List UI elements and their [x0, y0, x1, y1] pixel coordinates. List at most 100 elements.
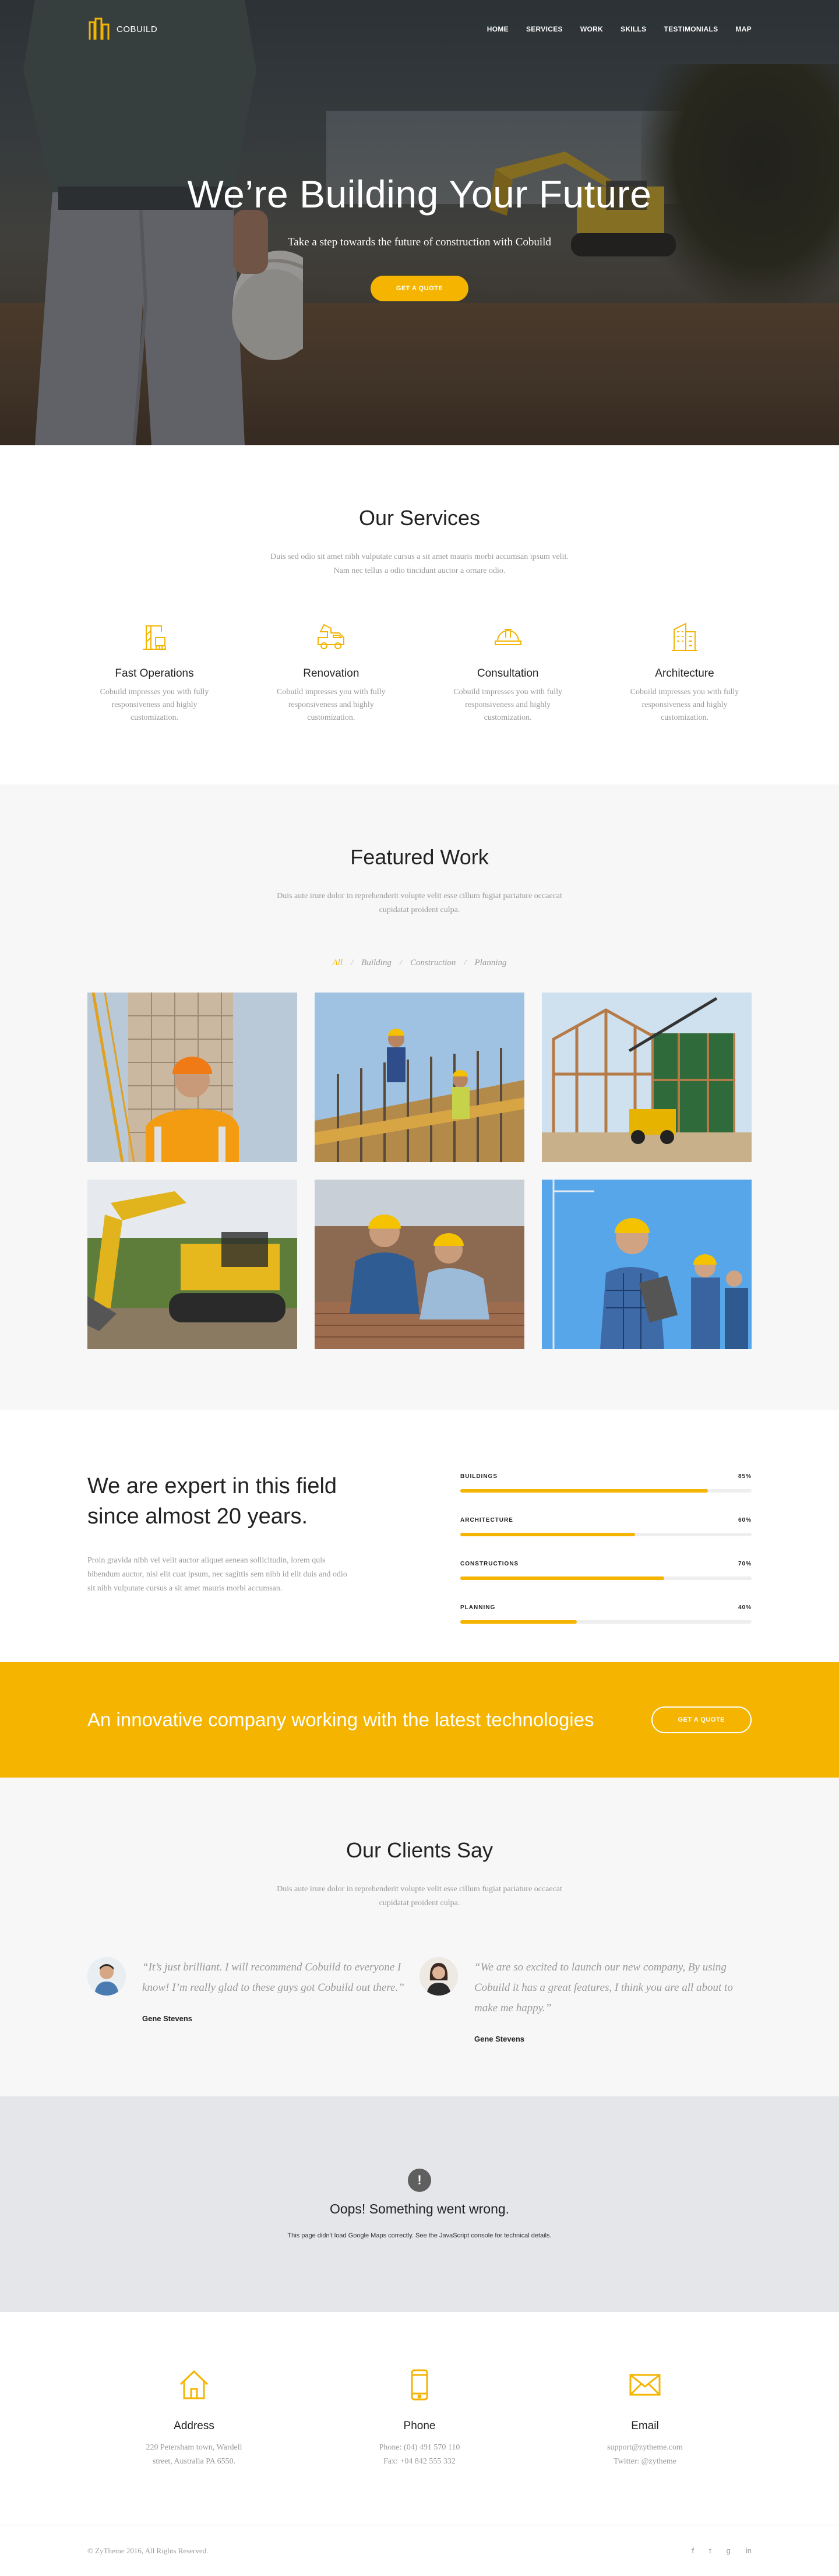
- skills-bars: BUILDINGS 85% ARCHITECTURE 60% CONSTRUCTIO…: [460, 1471, 752, 1648]
- skill-fill: [460, 1489, 708, 1493]
- skill-track: [460, 1489, 752, 1493]
- skill-track: [460, 1533, 752, 1536]
- testimonial-author: Gene Stevens: [474, 2035, 524, 2043]
- testimonial-author: Gene Stevens: [142, 2014, 192, 2023]
- service-text: Cobuild impresses you with fully respons…: [276, 688, 386, 722]
- skills-title: We are expert in this field since almost…: [87, 1474, 337, 1529]
- service-text: Cobuild impresses you with fully respons…: [453, 688, 562, 722]
- cta-quote-button[interactable]: GET A QUOTE: [651, 1706, 752, 1733]
- clients-section: Our Clients Say Duis aute irure dolor in…: [0, 1778, 839, 2096]
- main-nav: HOME SERVICES WORK SKILLS TESTIMONIALS M…: [487, 25, 752, 33]
- brand[interactable]: COBUILD: [87, 17, 157, 41]
- skill-fill: [460, 1576, 664, 1580]
- crane-icon: [143, 625, 166, 650]
- work-image: [87, 1180, 297, 1349]
- testimonial-quote: “It’s just brilliant. I will recommend C…: [142, 1961, 404, 1994]
- service-title: Consultation: [477, 667, 539, 680]
- work-tile-worker-tower[interactable]: [87, 993, 297, 1162]
- filter-building[interactable]: Building: [361, 958, 392, 967]
- twitter-icon[interactable]: t: [709, 2546, 711, 2555]
- footer: © ZyTheme 2016, All Rights Reserved. f t…: [0, 2525, 839, 2575]
- work-tile-tablet-engineer[interactable]: [542, 1180, 752, 1349]
- google-plus-icon[interactable]: g: [727, 2546, 731, 2555]
- work-filters: All / Building / Construction / Planning: [87, 958, 752, 968]
- contact-address: Address 220 Petersham town, Wardell stre…: [121, 2368, 267, 2469]
- work-description: Duis aute irure dolor in reprehenderit v…: [277, 892, 562, 914]
- nav-skills[interactable]: SKILLS: [621, 25, 646, 33]
- map-error-text: This page didn't load Google Maps correc…: [287, 2232, 552, 2239]
- hero-subtitle: Take a step towards the future of constr…: [288, 236, 551, 248]
- nav-services[interactable]: SERVICES: [526, 25, 563, 33]
- work-tile-rebar-workers[interactable]: [315, 993, 524, 1162]
- copyright: © ZyTheme 2016, All Rights Reserved.: [87, 2546, 209, 2555]
- skill-value: 60%: [738, 1517, 752, 1523]
- contact-line: Phone: (04) 491 570 110: [379, 2443, 460, 2452]
- skill-track: [460, 1576, 752, 1580]
- navbar: COBUILD HOME SERVICES WORK SKILLS TESTIM…: [0, 0, 839, 58]
- filter-all[interactable]: All: [332, 958, 343, 967]
- work-gallery: [87, 993, 752, 1349]
- nav-work[interactable]: WORK: [580, 25, 603, 33]
- skill-label: CONSTRUCTIONS: [460, 1561, 519, 1567]
- skill-label: ARCHITECTURE: [460, 1517, 513, 1523]
- skill-bar-constructions: CONSTRUCTIONS 70%: [460, 1561, 752, 1580]
- testimonial: “It’s just brilliant. I will recommend C…: [87, 1957, 420, 2043]
- map-section[interactable]: ! Oops! Something went wrong. This page …: [0, 2096, 839, 2312]
- contact-section: Address 220 Petersham town, Wardell stre…: [0, 2312, 839, 2525]
- filter-separator: /: [399, 958, 402, 967]
- services-grid: Fast Operations Cobuild impresses you wi…: [87, 620, 752, 724]
- skill-value: 70%: [738, 1561, 752, 1567]
- work-title: Featured Work: [350, 845, 489, 869]
- hero-title: We’re Building Your Future: [187, 173, 652, 216]
- cta-banner: An innovative company working with the l…: [0, 1662, 839, 1778]
- skill-track: [460, 1620, 752, 1624]
- hero-content: We’re Building Your Future Take a step t…: [0, 172, 839, 301]
- work-section: Featured Work Duis aute irure dolor in r…: [0, 784, 839, 1410]
- service-title: Architecture: [655, 667, 714, 680]
- service-text: Cobuild impresses you with fully respons…: [630, 688, 739, 722]
- truck-icon: [318, 624, 345, 649]
- skill-bar-planning: PLANNING 40%: [460, 1604, 752, 1624]
- work-image: [542, 993, 752, 1162]
- work-image: [315, 993, 524, 1162]
- brand-name: COBUILD: [117, 24, 158, 34]
- instagram-icon[interactable]: in: [746, 2546, 752, 2555]
- avatar: [87, 1957, 126, 1996]
- contact-line[interactable]: support@zytheme.com: [572, 2441, 718, 2455]
- clients-description: Duis aute irure dolor in reprehenderit v…: [277, 1885, 562, 1908]
- hero-section: COBUILD HOME SERVICES WORK SKILLS TESTIM…: [0, 0, 839, 445]
- contact-title: Email: [631, 2420, 659, 2432]
- skill-value: 40%: [738, 1604, 752, 1611]
- service-fast-operations: Fast Operations Cobuild impresses you wi…: [87, 620, 221, 724]
- facebook-icon[interactable]: f: [692, 2546, 694, 2555]
- contact-grid: Address 220 Petersham town, Wardell stre…: [87, 2368, 752, 2469]
- nav-home[interactable]: HOME: [487, 25, 509, 33]
- contact-email: Email support@zytheme.com Twitter: @zyth…: [572, 2368, 718, 2469]
- skill-label: BUILDINGS: [460, 1473, 498, 1480]
- skills-intro: We are expert in this field since almost…: [87, 1471, 355, 1648]
- nav-map[interactable]: MAP: [735, 25, 752, 33]
- contact-phone: Phone Phone: (04) 491 570 110 Fax: +04 8…: [347, 2368, 492, 2469]
- service-consultation: Consultation Cobuild impresses you with …: [441, 620, 575, 724]
- logo-icon: [89, 17, 110, 40]
- work-tile-bricklayers[interactable]: [315, 1180, 524, 1349]
- phone-icon: [411, 2369, 428, 2401]
- contact-line[interactable]: Twitter: @zytheme: [572, 2455, 718, 2469]
- helmet-icon: [494, 629, 521, 645]
- clients-title: Our Clients Say: [346, 1838, 493, 1862]
- services-section: Our Services Duis sed odio sit amet nibh…: [0, 445, 839, 784]
- work-tile-excavator[interactable]: [87, 1180, 297, 1349]
- nav-testimonials[interactable]: TESTIMONIALS: [664, 25, 718, 33]
- testimonial-quote: “We are so excited to launch our new com…: [474, 1961, 733, 2014]
- testimonials: “It’s just brilliant. I will recommend C…: [87, 1957, 752, 2043]
- cta-text: An innovative company working with the l…: [87, 1709, 594, 1730]
- work-image: [87, 993, 297, 1162]
- filter-construction[interactable]: Construction: [410, 958, 456, 967]
- contact-line: Fax: +04 842 555 332: [383, 2457, 456, 2466]
- work-tile-house-frame[interactable]: [542, 993, 752, 1162]
- home-icon: [179, 2370, 209, 2399]
- filter-planning[interactable]: Planning: [475, 958, 507, 967]
- hero-quote-button[interactable]: GET A QUOTE: [370, 276, 469, 301]
- service-renovation: Renovation Cobuild impresses you with fu…: [264, 620, 398, 724]
- contact-text: Phone: (04) 491 570 110 Fax: +04 842 555…: [347, 2441, 492, 2469]
